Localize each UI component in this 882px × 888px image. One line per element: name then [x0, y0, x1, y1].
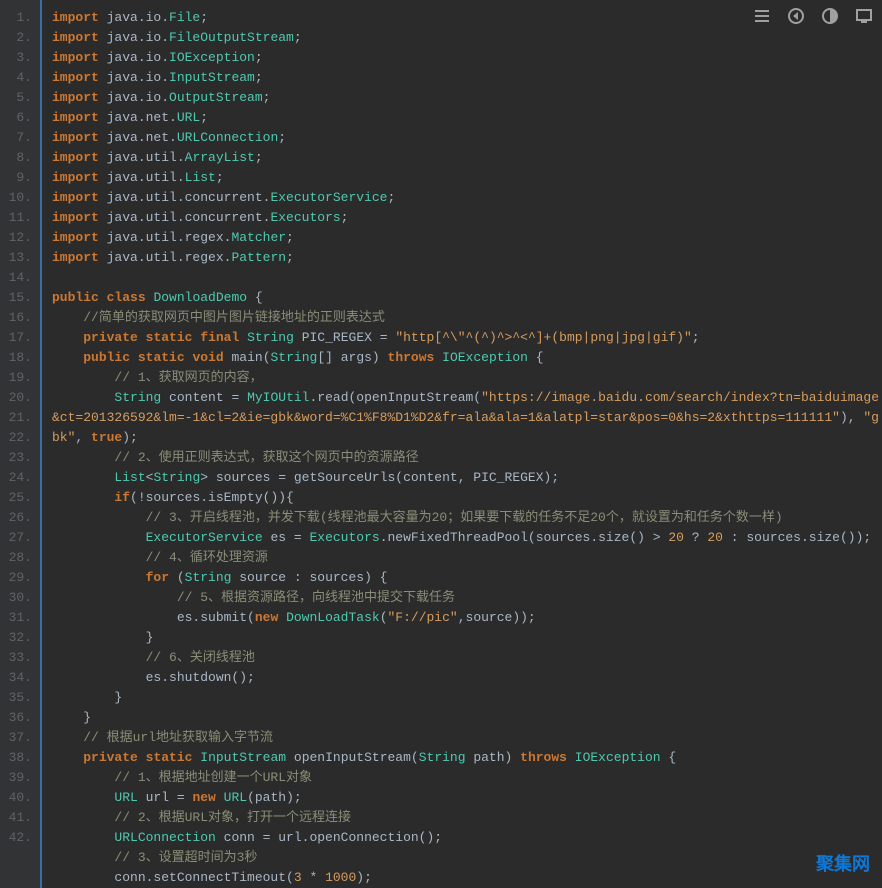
- code-line: }: [52, 708, 882, 728]
- code-line: // 根据url地址获取输入字节流: [52, 728, 882, 748]
- code-line: import java.io.OutputStream;: [52, 88, 882, 108]
- code-line: import java.util.concurrent.ExecutorServ…: [52, 188, 882, 208]
- code-line: // 4、循环处理资源: [52, 548, 882, 568]
- code-line: // 1、获取网页的内容，: [52, 368, 882, 388]
- line-number: 32.: [4, 628, 32, 648]
- list-icon[interactable]: [754, 8, 770, 24]
- line-number: 20.: [4, 388, 32, 408]
- line-number: 6.: [4, 108, 32, 128]
- line-number: 3.: [4, 48, 32, 68]
- code-line: URL url = new URL(path);: [52, 788, 882, 808]
- code-line: import java.util.regex.Matcher;: [52, 228, 882, 248]
- line-number: 34.: [4, 668, 32, 688]
- code-line: bk", true);: [52, 428, 882, 448]
- code-line: URLConnection conn = url.openConnection(…: [52, 828, 882, 848]
- code-line: }: [52, 628, 882, 648]
- code-line: // 6、关闭线程池: [52, 648, 882, 668]
- code-line: // 2、根据URL对象，打开一个远程连接: [52, 808, 882, 828]
- line-number: 10.: [4, 188, 32, 208]
- code-line: import java.net.URLConnection;: [52, 128, 882, 148]
- code-line: import java.util.regex.Pattern;: [52, 248, 882, 268]
- line-number: 2.: [4, 28, 32, 48]
- line-number: 28.: [4, 548, 32, 568]
- line-number: 4.: [4, 68, 32, 88]
- toolbar: [754, 8, 872, 24]
- line-number: 16.: [4, 308, 32, 328]
- code-line: import java.net.URL;: [52, 108, 882, 128]
- code-line: // 1、根据地址创建一个URL对象: [52, 768, 882, 788]
- code-line: List<String> sources = getSourceUrls(con…: [52, 468, 882, 488]
- code-line: &ct=201326592&lm=-1&cl=2&ie=gbk&word=%C1…: [52, 408, 882, 428]
- code-line: // 3、开启线程池，并发下载(线程池最大容量为20；如果要下载的任务不足20个…: [52, 508, 882, 528]
- code-line: import java.util.List;: [52, 168, 882, 188]
- code-editor: 1.2.3.4.5.6.7.8.9.10.11.12.13.14.15.16.1…: [0, 0, 882, 888]
- line-number: 29.: [4, 568, 32, 588]
- line-number: 21.: [4, 408, 32, 428]
- back-icon[interactable]: [788, 8, 804, 24]
- line-number: 25.: [4, 488, 32, 508]
- line-number: 26.: [4, 508, 32, 528]
- line-number: 1.: [4, 8, 32, 28]
- line-number: 9.: [4, 168, 32, 188]
- code-line: public class DownloadDemo {: [52, 288, 882, 308]
- code-line: import java.io.IOException;: [52, 48, 882, 68]
- code-line: // 2、使用正则表达式，获取这个网页中的资源路径: [52, 448, 882, 468]
- line-number: 19.: [4, 368, 32, 388]
- line-number: 13.: [4, 248, 32, 268]
- line-number: 5.: [4, 88, 32, 108]
- line-number: 18.: [4, 348, 32, 368]
- line-gutter: 1.2.3.4.5.6.7.8.9.10.11.12.13.14.15.16.1…: [0, 0, 40, 888]
- code-line: [52, 268, 882, 288]
- line-number: 11.: [4, 208, 32, 228]
- line-number: 37.: [4, 728, 32, 748]
- contrast-icon[interactable]: [822, 8, 838, 24]
- screen-icon[interactable]: [856, 8, 872, 24]
- line-number: 12.: [4, 228, 32, 248]
- code-line: ExecutorService es = Executors.newFixedT…: [52, 528, 882, 548]
- code-line: //简单的获取网页中图片图片链接地址的正则表达式: [52, 308, 882, 328]
- line-number: 24.: [4, 468, 32, 488]
- code-area[interactable]: import java.io.File;import java.io.FileO…: [40, 0, 882, 888]
- code-line: public static void main(String[] args) t…: [52, 348, 882, 368]
- code-line: private static final String PIC_REGEX = …: [52, 328, 882, 348]
- line-number: 35.: [4, 688, 32, 708]
- line-number: 8.: [4, 148, 32, 168]
- line-number: 40.: [4, 788, 32, 808]
- line-number: 33.: [4, 648, 32, 668]
- code-line: import java.io.FileOutputStream;: [52, 28, 882, 48]
- line-number: 41.: [4, 808, 32, 828]
- code-line: import java.util.concurrent.Executors;: [52, 208, 882, 228]
- code-line: if(!sources.isEmpty()){: [52, 488, 882, 508]
- watermark: 聚集网: [816, 850, 870, 876]
- line-number: 14.: [4, 268, 32, 288]
- code-line: private static InputStream openInputStre…: [52, 748, 882, 768]
- line-number: 30.: [4, 588, 32, 608]
- line-number: 23.: [4, 448, 32, 468]
- line-number: 42.: [4, 828, 32, 848]
- code-line: for (String source : sources) {: [52, 568, 882, 588]
- line-number: 39.: [4, 768, 32, 788]
- line-number: 15.: [4, 288, 32, 308]
- code-line: import java.io.InputStream;: [52, 68, 882, 88]
- line-number: 36.: [4, 708, 32, 728]
- line-number: 27.: [4, 528, 32, 548]
- line-number: 31.: [4, 608, 32, 628]
- line-number: 7.: [4, 128, 32, 148]
- code-line: }: [52, 688, 882, 708]
- code-line: conn.setConnectTimeout(3 * 1000);: [52, 868, 882, 888]
- line-number: 22.: [4, 428, 32, 448]
- code-line: es.shutdown();: [52, 668, 882, 688]
- line-number: 38.: [4, 748, 32, 768]
- code-line: // 5、根据资源路径，向线程池中提交下载任务: [52, 588, 882, 608]
- line-number: 17.: [4, 328, 32, 348]
- code-line: // 3、设置超时间为3秒: [52, 848, 882, 868]
- code-line: import java.util.ArrayList;: [52, 148, 882, 168]
- code-line: es.submit(new DownLoadTask("F://pic",sou…: [52, 608, 882, 628]
- code-line: String content = MyIOUtil.read(openInput…: [52, 388, 882, 408]
